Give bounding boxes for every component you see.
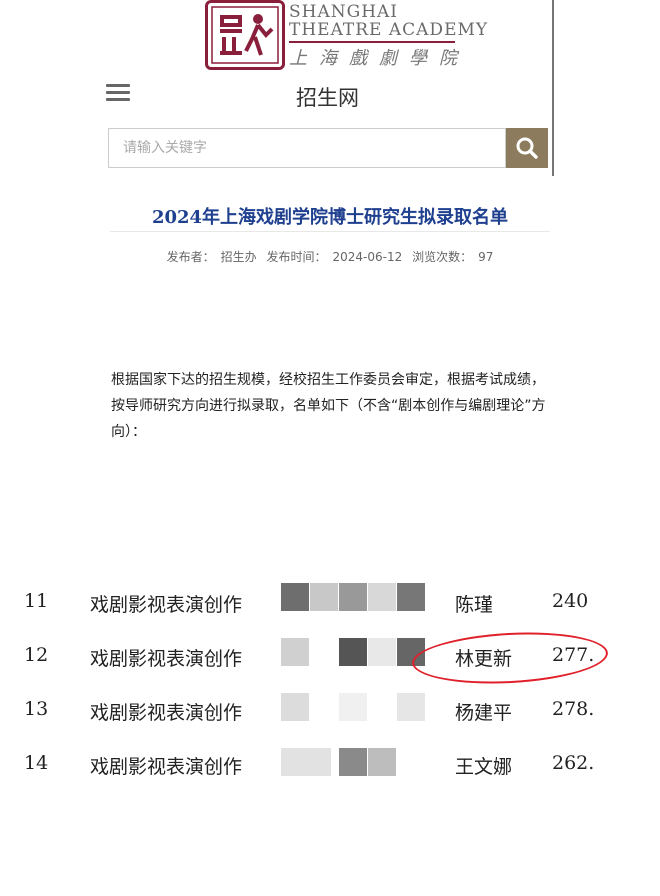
table-cell-no: 12 [24, 644, 49, 666]
redacted-block [310, 583, 338, 611]
table-cell-direction: 戏剧影视表演创作 [90, 702, 243, 724]
redacted-block [339, 693, 367, 721]
table-column-line [0, 0, 660, 224]
table-cell-direction: 戏剧影视表演创作 [90, 594, 243, 616]
table-cell-score: 240 [552, 590, 589, 612]
redacted-block [339, 638, 367, 666]
redacted-block [397, 693, 425, 721]
table-cell-name: 杨建平 [455, 702, 513, 724]
redacted-block [397, 583, 425, 611]
redacted-block [281, 638, 309, 666]
table-cell-name: 王文娜 [455, 756, 513, 778]
redacted-block [368, 748, 396, 776]
table-cell-no: 14 [24, 752, 49, 774]
admission-table: 11 戏剧影视表演创作 陈瑾 240 12 戏剧影视表演创作 林更新 277. … [0, 0, 660, 840]
redacted-block [281, 693, 309, 721]
redacted-block [281, 583, 309, 611]
table-column-line [0, 224, 660, 448]
table-cell-direction: 戏剧影视表演创作 [90, 756, 243, 778]
redacted-block [368, 638, 396, 666]
redacted-block [368, 583, 396, 611]
redacted-block [281, 748, 331, 776]
table-cell-no: 11 [24, 590, 49, 612]
redacted-block [339, 748, 367, 776]
table-cell-direction: 戏剧影视表演创作 [90, 648, 243, 670]
table-cell-no: 13 [24, 698, 49, 720]
table-cell-score: 262. [552, 752, 595, 774]
redacted-block [339, 583, 367, 611]
table-cell-name: 陈瑾 [455, 594, 494, 616]
table-cell-score: 278. [552, 698, 595, 720]
